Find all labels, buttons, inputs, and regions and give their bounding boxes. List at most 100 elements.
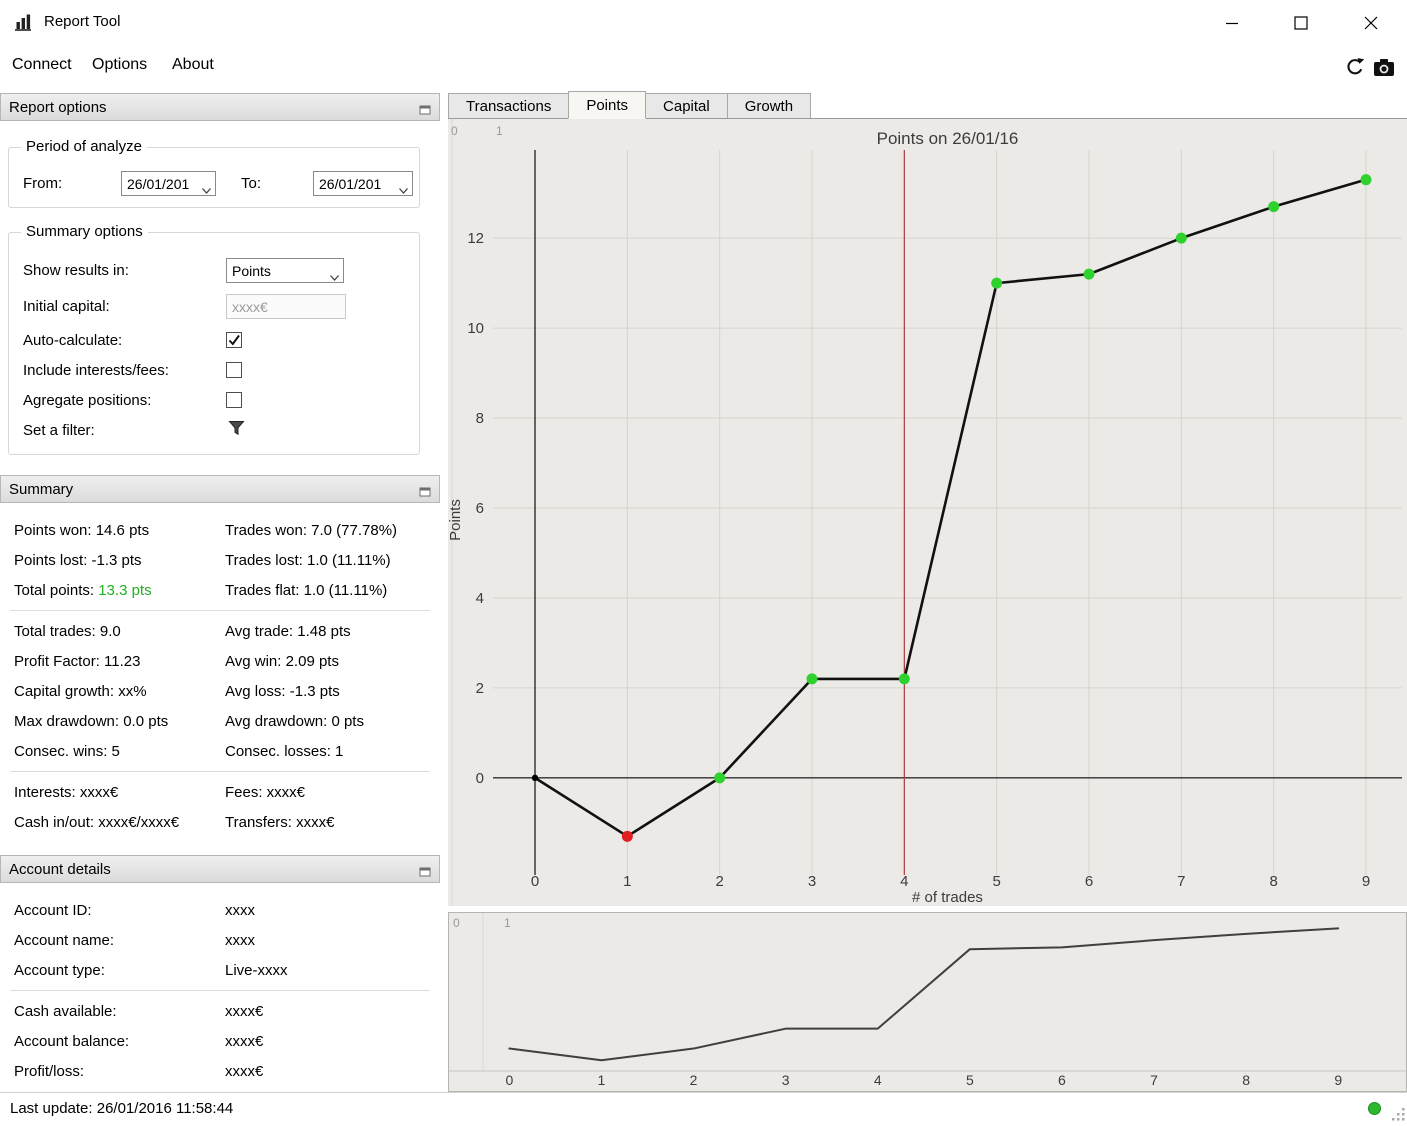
include-fees-checkbox[interactable] (226, 362, 242, 378)
tab-transactions[interactable]: Transactions (448, 93, 570, 118)
account-label: Cash available: (14, 1002, 117, 1020)
summary-row: Points lost: -1.3 pts Trades lost: 1.0 (… (0, 545, 440, 575)
summary-cell: Avg drawdown: 0 pts (225, 712, 364, 730)
menubar: Connect Options About (0, 45, 1407, 85)
svg-text:1: 1 (623, 873, 631, 890)
from-date-dropdown[interactable]: 26/01/201 (121, 171, 216, 196)
svg-text:1: 1 (504, 916, 511, 930)
show-results-label: Show results in: (23, 262, 129, 279)
menu-connect[interactable]: Connect (8, 45, 76, 85)
summary-row: Points won: 14.6 pts Trades won: 7.0 (77… (0, 515, 440, 545)
report-options-panel: Report options Period of analyze From: 2… (0, 93, 440, 475)
from-label: From: (23, 175, 63, 192)
summary-cell: Points lost: -1.3 pts (14, 551, 142, 569)
divider (10, 990, 430, 991)
summary-row: Consec. wins: 5 Consec. losses: 1 (0, 736, 440, 766)
account-label: Account type: (14, 961, 105, 979)
summary-row: Max drawdown: 0.0 pts Avg drawdown: 0 pt… (0, 706, 440, 736)
summary-row: Interests: xxxx€ Fees: xxxx€ (0, 777, 440, 807)
set-filter-label: Set a filter: (23, 421, 95, 439)
svg-text:2: 2 (716, 873, 724, 890)
svg-text:4: 4 (476, 590, 484, 607)
overview-chart[interactable]: 0 1 2 3 4 5 6 7 8 9 0 1 (448, 912, 1407, 1092)
svg-text:Points on 26/01/16: Points on 26/01/16 (877, 129, 1019, 148)
initial-capital-input (226, 294, 346, 319)
account-row: Account name: xxxx (0, 925, 440, 955)
svg-text:7: 7 (1177, 873, 1185, 890)
resize-grip[interactable] (1390, 1106, 1406, 1126)
float-panel-icon[interactable] (419, 864, 432, 877)
tab-growth[interactable]: Growth (726, 93, 812, 118)
window-title: Report Tool (44, 13, 121, 30)
close-button[interactable] (1348, 8, 1394, 38)
auto-calculate-checkbox[interactable] (226, 332, 242, 348)
summary-cell: Max drawdown: 0.0 pts (14, 712, 169, 730)
summary-options-title: Summary options (21, 223, 148, 240)
menu-about[interactable]: About (168, 45, 218, 85)
auto-calculate-label: Auto-calculate: (23, 331, 123, 349)
chevron-down-icon (202, 181, 211, 195)
account-row: Profit/loss: xxxx€ (0, 1056, 440, 1086)
summary-cell: Total trades: 9.0 (14, 622, 121, 640)
summary-cell: Consec. wins: 5 (14, 742, 120, 760)
summary-panel: Summary Points won: 14.6 pts Trades won:… (0, 475, 440, 837)
account-value: xxxx€ (225, 1062, 264, 1080)
svg-text:3: 3 (782, 1072, 790, 1088)
menu-options[interactable]: Options (88, 45, 151, 85)
refresh-button[interactable] (1342, 54, 1368, 80)
summary-header: Summary (0, 475, 440, 503)
summary-cell: Avg trade: 1.48 pts (225, 622, 351, 640)
svg-text:0: 0 (505, 1072, 513, 1088)
account-label: Account balance: (14, 1032, 130, 1050)
tab-capital[interactable]: Capital (645, 93, 728, 118)
summary-cell: Cash in/out: xxxx€/xxxx€ (14, 813, 180, 831)
points-chart[interactable]: 0 2 4 6 8 10 12 0 1 2 3 4 5 6 7 8 9 Points on 26/01/16 # o… (447, 119, 1407, 906)
svg-text:5: 5 (966, 1072, 974, 1088)
account-details-title: Account details (9, 860, 111, 878)
divider (10, 771, 430, 772)
summary-cell: Trades flat: 1.0 (11.11%) (225, 581, 388, 599)
tab-points[interactable]: Points (568, 91, 647, 119)
svg-text:4: 4 (900, 873, 908, 890)
svg-text:5: 5 (992, 873, 1000, 890)
account-value: Live-xxxx (225, 961, 288, 979)
svg-text:8: 8 (1269, 873, 1277, 890)
to-date-dropdown[interactable]: 26/01/201 (313, 171, 413, 196)
account-details-panel: Account details Account ID: xxxx Account… (0, 855, 440, 1086)
svg-text:6: 6 (1085, 873, 1093, 890)
svg-text:6: 6 (1058, 1072, 1066, 1088)
summary-cell: Consec. losses: 1 (225, 742, 344, 760)
svg-text:4: 4 (874, 1072, 882, 1088)
agregate-positions-label: Agregate positions: (23, 391, 152, 409)
to-label: To: (241, 175, 262, 192)
float-panel-icon[interactable] (419, 484, 432, 497)
summary-cell: Interests: xxxx€ (14, 783, 119, 801)
maximize-button[interactable] (1278, 8, 1324, 38)
summary-row: Cash in/out: xxxx€/xxxx€ Transfers: xxxx… (0, 807, 440, 837)
report-options-title: Report options (9, 98, 107, 116)
summary-cell: Total points: 13.3 pts (0, 582, 225, 599)
account-row: Account balance: xxxx€ (0, 1026, 440, 1056)
svg-text:9: 9 (1362, 873, 1370, 890)
account-value: xxxx (225, 931, 255, 949)
statusbar: Last update: 26/01/2016 11:58:44 (0, 1092, 1407, 1125)
svg-text:Points: Points (448, 499, 464, 541)
account-row: Account ID: xxxx (0, 895, 440, 925)
show-results-dropdown[interactable]: Points (226, 258, 344, 283)
screenshot-button[interactable] (1371, 54, 1397, 80)
account-label: Account name: (14, 931, 115, 949)
svg-text:12: 12 (467, 230, 484, 247)
account-value: xxxx€ (225, 1002, 264, 1020)
close-icon (1364, 16, 1378, 30)
summary-options-group: Summary options Show results in: Points … (8, 223, 420, 455)
summary-title: Summary (9, 480, 74, 498)
filter-button[interactable] (228, 420, 245, 440)
refresh-icon (1347, 58, 1365, 75)
account-details-body: Account ID: xxxx Account name: xxxx Acco… (0, 883, 440, 1086)
minimize-button[interactable] (1209, 8, 1255, 38)
points-chart-svg: 0246810120 1 2 3 4 5 6 7 8 9Points on 26/01/16# o… (447, 119, 1402, 906)
float-panel-icon[interactable] (419, 102, 432, 115)
agregate-positions-checkbox[interactable] (226, 392, 242, 408)
summary-body: Points won: 14.6 pts Trades won: 7.0 (77… (0, 503, 440, 837)
overview-chart-svg: 0 1 2 3 4 5 6 7 8 9 0 1 (449, 913, 1406, 1088)
